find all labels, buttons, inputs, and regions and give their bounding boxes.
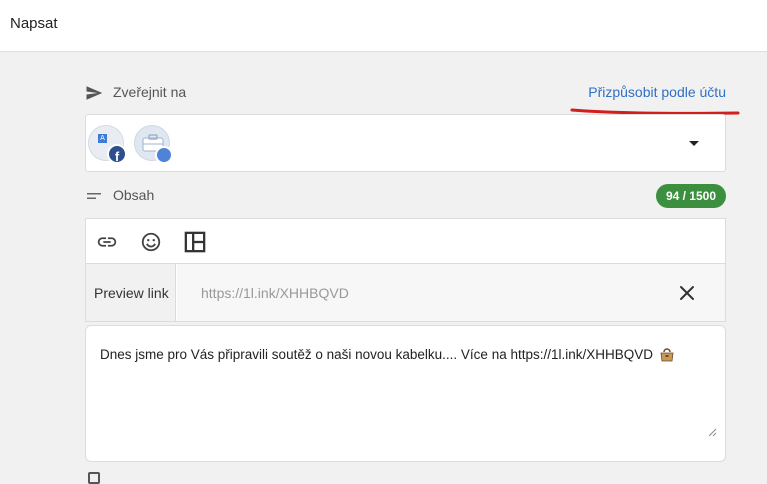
send-icon xyxy=(86,86,103,100)
account-selector[interactable]: A f xyxy=(85,114,726,172)
google-my-business-icon xyxy=(155,146,173,164)
chevron-down-icon[interactable] xyxy=(689,141,699,146)
preview-link-input[interactable] xyxy=(177,264,725,321)
content-header-row: Obsah 94 / 1500 xyxy=(85,184,726,208)
character-counter-badge: 94 / 1500 xyxy=(655,184,726,208)
post-text-area[interactable]: Dnes jsme pro Vás připravili soutěž o na… xyxy=(85,325,726,462)
business-account-avatar[interactable] xyxy=(134,125,173,164)
content-label: Obsah xyxy=(113,187,155,203)
facebook-account-avatar[interactable]: A f xyxy=(88,125,127,164)
partial-checkbox[interactable] xyxy=(88,472,100,484)
top-header: Napsat xyxy=(0,0,767,52)
preview-link-row: Preview link xyxy=(85,264,726,322)
post-text-content[interactable]: Dnes jsme pro Vás připravili soutěž o na… xyxy=(100,346,710,364)
customize-per-account-link[interactable]: Přizpůsobit podle účtu xyxy=(588,84,726,100)
publish-to-row: Zveřejnit na Přizpůsobit podle účtu xyxy=(85,82,726,104)
resize-handle-icon[interactable] xyxy=(707,427,717,437)
facebook-icon: f xyxy=(107,144,127,164)
emoji-icon[interactable] xyxy=(140,231,162,253)
close-icon[interactable] xyxy=(679,285,695,301)
page-logo-icon: A xyxy=(98,134,107,143)
publish-to-label: Zveřejnit na xyxy=(113,84,187,100)
link-icon[interactable] xyxy=(96,231,118,253)
short-text-icon xyxy=(87,193,101,199)
post-text: Dnes jsme pro Vás připravili soutěž o na… xyxy=(100,347,654,362)
preview-link-label: Preview link xyxy=(94,285,169,301)
layout-icon[interactable] xyxy=(184,231,206,253)
handbag-emoji-icon xyxy=(660,348,674,362)
editor-toolbar xyxy=(85,218,726,264)
page-title: Napsat xyxy=(10,15,58,32)
preview-label-cell: Preview link xyxy=(86,264,176,321)
